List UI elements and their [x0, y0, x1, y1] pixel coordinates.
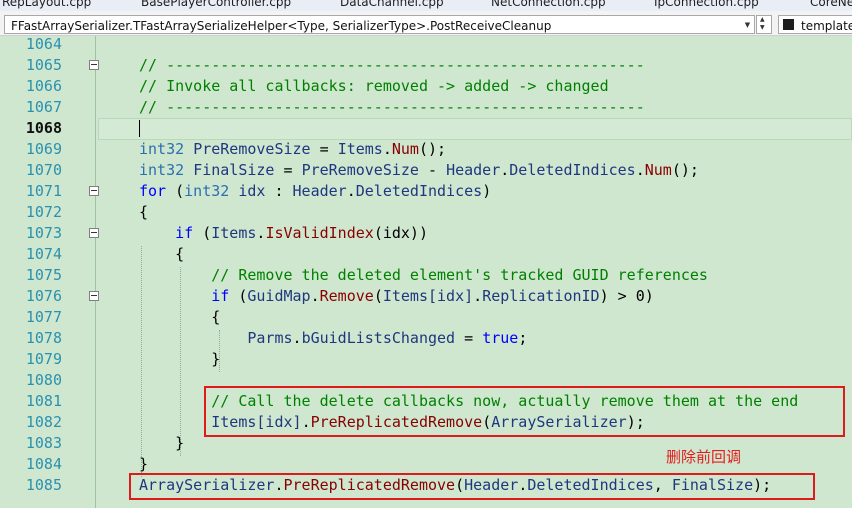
line-number: 1073 [25, 224, 62, 242]
text-caret [139, 120, 140, 137]
chevron-down-icon[interactable]: ▼ [760, 24, 765, 31]
line-number: 1070 [25, 161, 62, 179]
code-line-current[interactable]: 1068 [0, 118, 852, 140]
line-number: 1077 [25, 308, 62, 326]
line-number: 1081 [25, 392, 62, 410]
code-line[interactable]: 1077 { [0, 307, 852, 328]
code-text: // Remove the deleted element's tracked … [211, 266, 708, 284]
code-line[interactable]: 1082 Items[idx].PreReplicatedRemove(Arra… [0, 412, 852, 433]
code-text: if (Items.IsValidIndex(idx)) [175, 224, 428, 242]
line-number: 1072 [25, 203, 62, 221]
code-line[interactable]: 1073 if (Items.IsValidIndex(idx)) [0, 223, 852, 244]
code-text: for (int32 idx : Header.DeletedIndices) [139, 182, 492, 200]
code-line[interactable]: 1070 int32 FinalSize = PreRemoveSize - H… [0, 160, 852, 181]
code-text: // -------------------------------------… [139, 98, 645, 116]
template-icon [783, 19, 794, 30]
document-tab-strip: RepLayout.cpp BasePlayerController.cpp D… [0, 0, 852, 11]
code-text: ArraySerializer.PreReplicatedRemove(Head… [139, 476, 772, 494]
scope-dropdown-value: FFastArraySerializer.TFastArraySerialize… [11, 19, 552, 33]
code-line[interactable]: 1066 // Invoke all callbacks: removed ->… [0, 76, 852, 97]
line-number: 1064 [25, 36, 62, 53]
tab-baseplayercontroller[interactable]: BasePlayerController.cpp [141, 0, 291, 9]
line-number: 1082 [25, 413, 62, 431]
tab-netconnection[interactable]: NetConnection.cpp [491, 0, 606, 9]
line-number: 1071 [25, 182, 62, 200]
code-text: { [139, 203, 149, 221]
code-line[interactable]: 1065 // --------------------------------… [0, 55, 852, 76]
collapse-icon[interactable] [89, 186, 99, 196]
collapse-icon[interactable] [89, 291, 99, 301]
code-line[interactable]: 1064 [0, 36, 852, 55]
chevron-up-icon[interactable]: ▲ [760, 16, 765, 23]
navigation-bar: FFastArraySerializer.TFastArraySerialize… [0, 11, 852, 36]
collapse-icon[interactable] [89, 228, 99, 238]
code-text: } [175, 434, 185, 452]
code-text: } [139, 455, 149, 473]
code-line[interactable]: 1067 // --------------------------------… [0, 97, 852, 118]
code-text: // Invoke all callbacks: removed -> adde… [139, 77, 609, 95]
line-number: 1084 [25, 455, 62, 473]
tab-datachannel[interactable]: DataChannel.cpp [340, 0, 444, 9]
code-text: int32 PreRemoveSize = Items.Num(); [139, 140, 447, 158]
tab-replayout[interactable]: RepLayout.cpp [2, 0, 91, 9]
code-line[interactable]: 1071 for (int32 idx : Header.DeletedIndi… [0, 181, 852, 202]
code-text: // Call the delete callbacks now, actual… [211, 392, 799, 410]
line-number: 1068 [25, 119, 62, 137]
code-line[interactable]: 1075 // Remove the deleted element's tra… [0, 265, 852, 286]
line-number: 1079 [25, 350, 62, 368]
line-number: 1078 [25, 329, 62, 347]
tab-corenet[interactable]: CoreNe [810, 0, 852, 9]
code-line[interactable]: 1076 if (GuidMap.Remove(Items[idx].Repli… [0, 286, 852, 307]
code-text: if (GuidMap.Remove(Items[idx].Replicatio… [211, 287, 654, 305]
code-text: // -------------------------------------… [139, 56, 645, 74]
line-number: 1075 [25, 266, 62, 284]
line-number: 1076 [25, 287, 62, 305]
chevron-down-icon[interactable]: ▼ [741, 16, 754, 33]
code-text: } [211, 350, 221, 368]
code-line[interactable]: 1078 Parms.bGuidListsChanged = true; [0, 328, 852, 349]
tab-ipconnection[interactable]: IpConnection.cpp [654, 0, 759, 9]
code-text: { [211, 308, 221, 326]
collapse-icon[interactable] [89, 60, 99, 70]
code-editor[interactable]: 1064 1065 // ---------------------------… [0, 36, 852, 508]
annotation-note: 删除前回调 [666, 448, 742, 466]
code-line[interactable]: 1072 { [0, 202, 852, 223]
code-line[interactable]: 1080 [0, 370, 852, 391]
line-number: 1080 [25, 371, 62, 389]
scope-spin-buttons[interactable]: ▲ ▼ [756, 15, 772, 34]
code-line[interactable]: 1079 } [0, 349, 852, 370]
member-dropdown[interactable]: template [778, 15, 852, 34]
member-dropdown-value: template [801, 19, 852, 33]
code-line[interactable]: 1081 // Call the delete callbacks now, a… [0, 391, 852, 412]
code-line[interactable]: 1074 { [0, 244, 852, 265]
line-number: 1067 [25, 98, 62, 116]
code-text: Items[idx].PreReplicatedRemove(ArraySeri… [211, 413, 645, 431]
code-line[interactable]: 1085 ArraySerializer.PreReplicatedRemove… [0, 475, 852, 496]
code-line[interactable]: 1069 int32 PreRemoveSize = Items.Num(); [0, 139, 852, 160]
code-text: Parms.bGuidListsChanged = true; [247, 329, 528, 347]
scope-dropdown[interactable]: FFastArraySerializer.TFastArraySerialize… [4, 15, 755, 34]
line-number: 1074 [25, 245, 62, 263]
code-text: int32 FinalSize = PreRemoveSize - Header… [139, 161, 699, 179]
line-number: 1066 [25, 77, 62, 95]
line-number: 1065 [25, 56, 62, 74]
line-number: 1069 [25, 140, 62, 158]
line-number: 1085 [25, 476, 62, 494]
code-text: { [175, 245, 185, 263]
line-number: 1083 [25, 434, 62, 452]
